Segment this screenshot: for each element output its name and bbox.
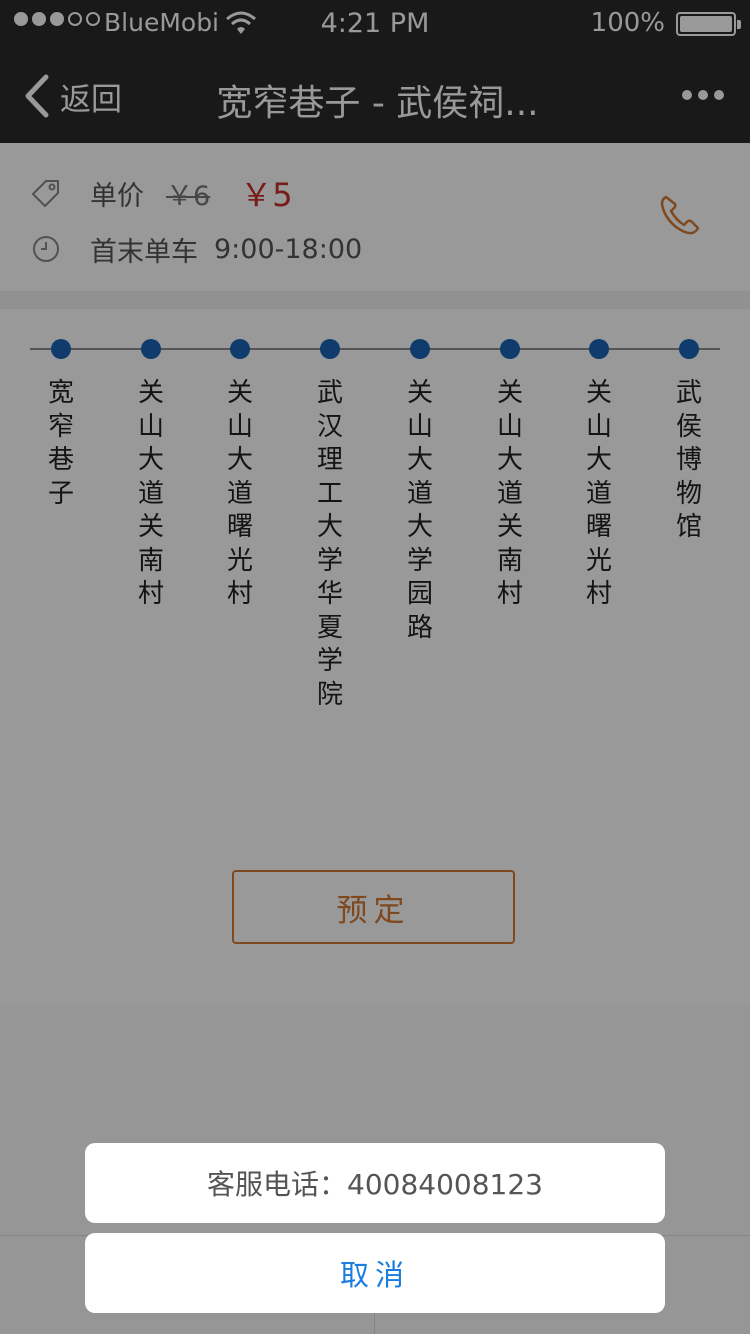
customer-service-phone[interactable]: 客服电话：40084008123 (85, 1143, 665, 1223)
cancel-button[interactable]: 取消 (85, 1233, 665, 1313)
modal-overlay[interactable] (0, 0, 750, 1334)
